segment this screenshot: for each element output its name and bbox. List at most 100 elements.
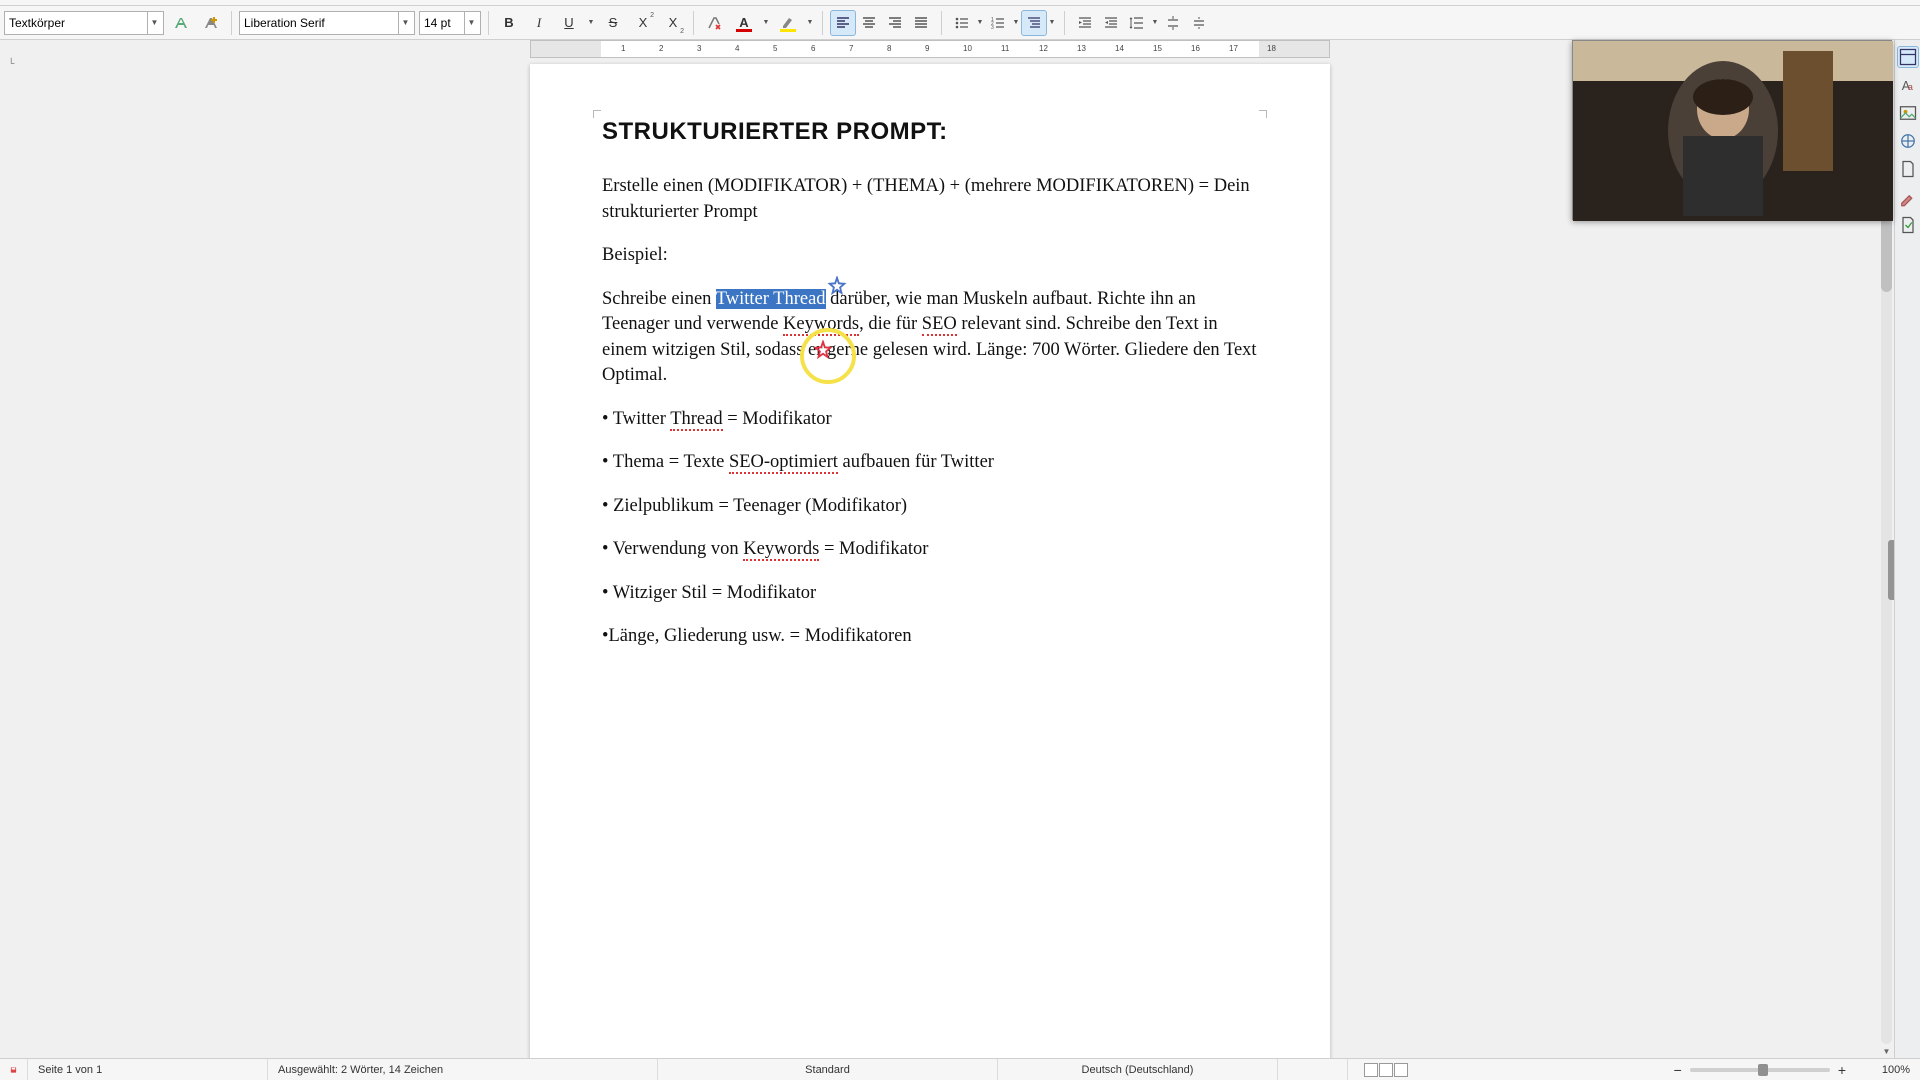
line-spacing-dropdown[interactable]: ▼ xyxy=(1150,10,1160,36)
align-justify-button[interactable] xyxy=(908,10,934,36)
sidebar-deck: Aa xyxy=(1894,40,1920,1058)
bold-button[interactable]: B xyxy=(496,10,522,36)
underline-dropdown[interactable]: ▼ xyxy=(586,10,596,36)
subscript-button[interactable]: X2 xyxy=(660,10,686,36)
zoom-in-button[interactable]: + xyxy=(1838,1062,1846,1078)
document-page[interactable]: STRUKTURIERTER PROMPT: Erstelle einen (M… xyxy=(530,64,1330,1058)
ruler-tick: 14 xyxy=(1115,44,1124,53)
spellcheck-word[interactable]: Keywords xyxy=(783,314,859,336)
clear-formatting-button[interactable] xyxy=(701,10,727,36)
zoom-knob[interactable] xyxy=(1758,1064,1768,1076)
ruler-tick: 11 xyxy=(1001,44,1009,53)
page-panel-icon[interactable] xyxy=(1897,158,1919,180)
underline-button[interactable]: U xyxy=(556,10,582,36)
page-style[interactable]: Standard xyxy=(658,1059,998,1080)
font-size-dropdown[interactable]: ▼ xyxy=(464,12,478,34)
spellcheck-word[interactable]: SEO-optimiert xyxy=(729,452,838,474)
list-item[interactable]: • Zielpublikum = Teenager (Modifikator) xyxy=(602,494,1258,520)
decrease-para-spacing-button[interactable] xyxy=(1186,10,1212,36)
strikethrough-button[interactable]: S xyxy=(600,10,626,36)
spellcheck-word[interactable]: Thread xyxy=(670,409,722,431)
font-size-input[interactable] xyxy=(420,12,464,34)
increase-indent-button[interactable] xyxy=(1072,10,1098,36)
bullet-list-dropdown[interactable]: ▼ xyxy=(975,10,985,36)
ruler-tick: 15 xyxy=(1153,44,1162,53)
heading[interactable]: STRUKTURIERTER PROMPT: xyxy=(602,118,1258,146)
view-mode-icons[interactable] xyxy=(1358,1063,1414,1077)
text: = Modifikator xyxy=(819,539,928,559)
text: • Twitter xyxy=(602,409,670,429)
list-item[interactable]: • Verwendung von Keywords = Modifikator xyxy=(602,537,1258,563)
bullet-list-button[interactable] xyxy=(949,10,975,36)
text-area[interactable]: STRUKTURIERTER PROMPT: Erstelle einen (M… xyxy=(602,118,1258,668)
new-style-button[interactable] xyxy=(198,10,224,36)
zoom-slider[interactable] xyxy=(1690,1068,1830,1072)
list-item[interactable]: • Thema = Texte SEO-optimiert aufbauen f… xyxy=(602,450,1258,476)
highlight-color-button[interactable] xyxy=(775,10,801,36)
superscript-button[interactable]: X2 xyxy=(630,10,656,36)
zoom-value[interactable]: 100% xyxy=(1850,1059,1920,1080)
line-spacing-button[interactable] xyxy=(1124,10,1150,36)
font-name-dropdown[interactable]: ▼ xyxy=(398,12,412,34)
decrease-indent-button[interactable] xyxy=(1098,10,1124,36)
formula-paragraph[interactable]: Erstelle einen (MODIFIKATOR) + (THEMA) +… xyxy=(602,174,1258,225)
list-item[interactable]: • Witziger Stil = Modifikator xyxy=(602,581,1258,607)
text: aufbauen für Twitter xyxy=(838,452,994,472)
ruler-tick: 12 xyxy=(1039,44,1048,53)
outline-list-button[interactable] xyxy=(1021,10,1047,36)
ruler-tick: 6 xyxy=(811,44,815,53)
ruler-margin-left[interactable] xyxy=(531,41,601,57)
ruler-tick: 16 xyxy=(1191,44,1200,53)
font-color-bar xyxy=(736,29,752,32)
ruler-tick: 7 xyxy=(849,44,853,53)
status-bar: Seite 1 von 1 Ausgewählt: 2 Wörter, 14 Z… xyxy=(0,1058,1920,1080)
align-center-button[interactable] xyxy=(856,10,882,36)
language[interactable]: Deutsch (Deutschland) xyxy=(998,1059,1278,1080)
styles-panel-icon[interactable]: Aa xyxy=(1897,74,1919,96)
manage-changes-icon[interactable] xyxy=(1897,214,1919,236)
page-count[interactable]: Seite 1 von 1 xyxy=(28,1059,268,1080)
properties-panel-icon[interactable] xyxy=(1897,46,1919,68)
list-item[interactable]: •Länge, Gliederung usw. = Modifikatoren xyxy=(602,624,1258,650)
font-name-combo[interactable]: ▼ xyxy=(239,11,415,35)
example-paragraph[interactable]: Schreibe einen Twitter Thread darüber, w… xyxy=(602,287,1258,389)
text: • Thema = Texte xyxy=(602,452,729,472)
paragraph-style-input[interactable] xyxy=(5,12,147,34)
view-book-icon[interactable] xyxy=(1394,1063,1408,1077)
align-right-button[interactable] xyxy=(882,10,908,36)
scroll-down-arrow[interactable]: ▼ xyxy=(1879,1044,1894,1058)
font-name-input[interactable] xyxy=(240,12,398,34)
list-item[interactable]: • Twitter Thread = Modifikator xyxy=(602,407,1258,433)
horizontal-ruler[interactable]: 1 2 3 4 5 6 7 8 9 10 11 12 13 14 15 16 1… xyxy=(530,40,1330,58)
update-style-button[interactable] xyxy=(168,10,194,36)
spellcheck-word[interactable]: SEO xyxy=(922,314,957,336)
paragraph-style-dropdown[interactable]: ▼ xyxy=(147,12,161,34)
ruler-tick: 4 xyxy=(735,44,739,53)
ruler-tick: 18 xyxy=(1267,44,1276,53)
outline-list-dropdown[interactable]: ▼ xyxy=(1047,10,1057,36)
numbered-list-button[interactable]: 123 xyxy=(985,10,1011,36)
navigator-panel-icon[interactable] xyxy=(1897,130,1919,152)
selection-info: Ausgewählt: 2 Wörter, 14 Zeichen xyxy=(268,1059,658,1080)
view-multi-icon[interactable] xyxy=(1379,1063,1393,1077)
spellcheck-word[interactable]: Keywords xyxy=(743,539,819,561)
italic-button[interactable]: I xyxy=(526,10,552,36)
highlight-color-dropdown[interactable]: ▼ xyxy=(805,10,815,36)
margin-corner-tl xyxy=(593,110,601,118)
font-color-dropdown[interactable]: ▼ xyxy=(761,10,771,36)
font-color-button[interactable]: A xyxy=(731,10,757,36)
align-left-button[interactable] xyxy=(830,10,856,36)
font-size-combo[interactable]: ▼ xyxy=(419,11,481,35)
view-single-icon[interactable] xyxy=(1364,1063,1378,1077)
zoom-out-button[interactable]: − xyxy=(1674,1062,1682,1078)
style-inspector-icon[interactable] xyxy=(1897,186,1919,208)
margin-corner-tr xyxy=(1259,110,1267,118)
gallery-panel-icon[interactable] xyxy=(1897,102,1919,124)
increase-para-spacing-button[interactable] xyxy=(1160,10,1186,36)
ruler-tick: 3 xyxy=(697,44,701,53)
paragraph-style-combo[interactable]: ▼ xyxy=(4,11,164,35)
ruler-tick: 5 xyxy=(773,44,777,53)
numbered-list-dropdown[interactable]: ▼ xyxy=(1011,10,1021,36)
save-status-icon[interactable] xyxy=(0,1059,28,1080)
beispiel-label[interactable]: Beispiel: xyxy=(602,243,1258,269)
